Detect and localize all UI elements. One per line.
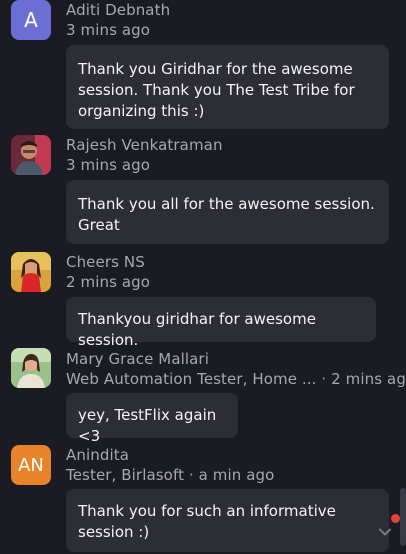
notification-dot xyxy=(391,514,400,523)
message-text: Thank you Giridhar for the awesome sessi… xyxy=(78,60,355,120)
message-timestamp: 3 mins ago xyxy=(66,21,151,39)
avatar-photo xyxy=(11,135,51,175)
message-timestamp: 2 mins ago xyxy=(66,273,151,291)
sender-name[interactable]: Anindita xyxy=(66,446,129,464)
message-text: Thank you for such an informative sessio… xyxy=(78,502,336,541)
chevron-down-icon xyxy=(379,528,391,536)
message-bubble: Thankyou giridhar for awesome session. xyxy=(66,297,376,349)
avatar[interactable] xyxy=(11,252,51,292)
message-timestamp: 3 mins ago xyxy=(66,156,151,174)
sender-name[interactable]: Cheers NS xyxy=(66,253,145,271)
message-text: yey, TestFlix again <3 xyxy=(78,406,217,445)
message-text: Thankyou giridhar for awesome session. xyxy=(78,310,316,349)
message-bubble: yey, TestFlix again <3 xyxy=(66,393,238,445)
sender-name[interactable]: Rajesh Venkatraman xyxy=(66,136,223,154)
sender-name[interactable]: Aditi Debnath xyxy=(66,1,170,19)
message-bubble: Thank you for such an informative sessio… xyxy=(66,489,389,552)
scrollbar[interactable] xyxy=(400,488,406,546)
avatar[interactable]: AN xyxy=(11,445,51,485)
avatar[interactable] xyxy=(11,135,51,175)
avatar-initials: A xyxy=(24,8,38,32)
avatar[interactable]: A xyxy=(11,0,51,40)
avatar-initials: AN xyxy=(18,454,44,476)
message-text: Thank you all for the awesome session. G… xyxy=(78,195,375,234)
message-bubble: Thank you all for the awesome session. G… xyxy=(66,180,389,244)
avatar-photo xyxy=(11,348,51,388)
message-subtitle: Tester, Birlasoft · a min ago xyxy=(66,466,275,484)
avatar-photo xyxy=(11,252,51,292)
sender-name[interactable]: Mary Grace Mallari xyxy=(66,350,209,368)
avatar[interactable] xyxy=(11,348,51,388)
message-subtitle: Web Automation Tester, Home ... · 2 mins… xyxy=(66,370,406,388)
message-bubble: Thank you Giridhar for the awesome sessi… xyxy=(66,45,389,129)
chat-feed: A Aditi Debnath 3 mins ago Thank you Gir… xyxy=(0,0,406,554)
